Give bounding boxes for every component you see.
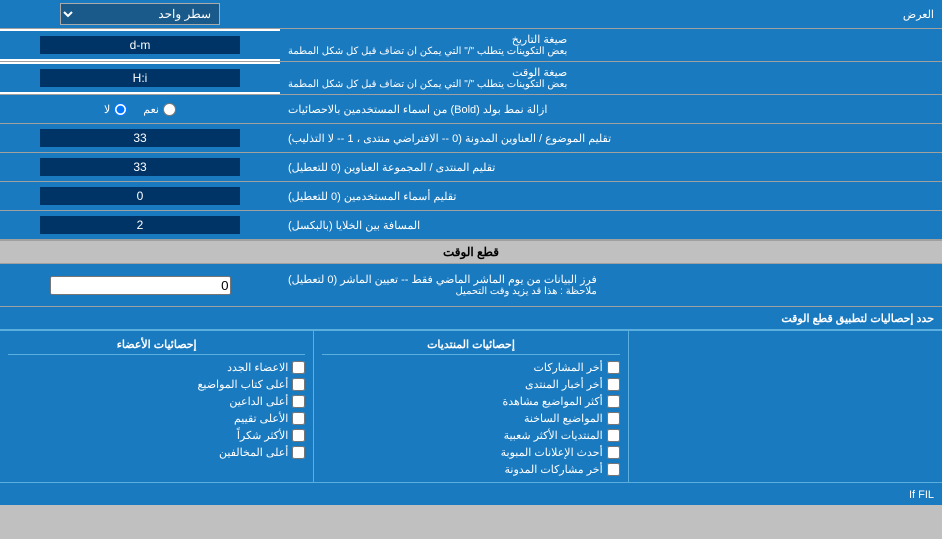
stats-member-check-0[interactable] [292, 361, 305, 374]
stats-forum-item-2: أكثر المواضيع مشاهدة [322, 393, 619, 410]
cutoff-input-area [0, 264, 280, 306]
stats-member-check-3[interactable] [292, 412, 305, 425]
topic-title-trim-input[interactable] [40, 129, 240, 147]
bold-no-label[interactable]: لا [104, 103, 127, 116]
stats-member-item-4: الأكثر شكراً [8, 427, 305, 444]
stats-forum-check-0[interactable] [607, 361, 620, 374]
date-format-input-area [0, 31, 280, 59]
stats-forum-item-0: أخر المشاركات [322, 359, 619, 376]
stats-member-check-4[interactable] [292, 429, 305, 442]
display-label: العرض [280, 4, 942, 25]
bottom-note: If FIL [0, 482, 942, 505]
stats-member-item-2: أعلى الداعين [8, 393, 305, 410]
cutoff-section-header: قطع الوقت [0, 240, 942, 264]
cell-spacing-label: المسافة بين الخلايا (بالبكسل) [280, 211, 942, 239]
stats-forum-item-6: أخر مشاركات المدونة [322, 461, 619, 478]
stats-forum-item-1: أخر أخبار المنتدى [322, 376, 619, 393]
topic-title-trim-input-area [0, 124, 280, 152]
stats-member-check-5[interactable] [292, 446, 305, 459]
time-format-input-area [0, 64, 280, 92]
username-trim-input[interactable] [40, 187, 240, 205]
time-format-input[interactable] [40, 69, 240, 87]
forum-title-trim-input-area [0, 153, 280, 181]
stats-member-col: إحصائيات الأعضاء الاعضاء الجدد أعلى كتاب… [0, 331, 313, 482]
date-format-input[interactable] [40, 36, 240, 54]
stats-forum-item-3: المواضيع الساخنة [322, 410, 619, 427]
stats-empty-col [628, 331, 942, 482]
stats-forum-check-3[interactable] [607, 412, 620, 425]
stats-forum-check-6[interactable] [607, 463, 620, 476]
bold-remove-label: ازالة نمط بولد (Bold) من اسماء المستخدمي… [280, 95, 942, 123]
stats-member-item-0: الاعضاء الجدد [8, 359, 305, 376]
cell-spacing-row: المسافة بين الخلايا (بالبكسل) [0, 211, 942, 240]
time-format-row: صيغة الوقت بعض التكوينات يتطلب "/" التي … [0, 62, 942, 95]
forum-title-trim-label: تقليم المنتدى / المجموعة العناوين (0 للت… [280, 153, 942, 181]
stats-forum-check-1[interactable] [607, 378, 620, 391]
stats-member-item-5: أعلى المخالفين [8, 444, 305, 461]
stats-forum-item-5: أحدث الإعلانات المبوبة [322, 444, 619, 461]
cell-spacing-input-area [0, 211, 280, 239]
stats-member-item-3: الأعلى تقييم [8, 410, 305, 427]
stats-forum-check-4[interactable] [607, 429, 620, 442]
date-format-row: صيغة التاريخ بعض التكوينات يتطلب "/" الت… [0, 29, 942, 62]
stats-forum-col: إحصائيات المنتديات أخر المشاركات أخر أخب… [313, 331, 627, 482]
cutoff-input[interactable] [50, 276, 231, 295]
time-format-label: صيغة الوقت بعض التكوينات يتطلب "/" التي … [280, 62, 942, 94]
username-trim-input-area [0, 182, 280, 210]
cutoff-row: فرز البيانات من يوم الماشر الماضي فقط --… [0, 264, 942, 307]
bold-yes-label[interactable]: نعم [143, 103, 176, 116]
username-trim-label: تقليم أسماء المستخدمين (0 للتعطيل) [280, 182, 942, 210]
stats-member-check-2[interactable] [292, 395, 305, 408]
bold-remove-row: ازالة نمط بولد (Bold) من اسماء المستخدمي… [0, 95, 942, 124]
topic-title-trim-row: تقليم الموضوع / العناوين المدونة (0 -- ا… [0, 124, 942, 153]
stats-member-check-1[interactable] [292, 378, 305, 391]
stats-forum-check-2[interactable] [607, 395, 620, 408]
bold-remove-input-area: نعم لا [0, 95, 280, 123]
forum-title-trim-input[interactable] [40, 158, 240, 176]
topic-title-trim-label: تقليم الموضوع / العناوين المدونة (0 -- ا… [280, 124, 942, 152]
bold-no-radio[interactable] [114, 103, 127, 116]
display-select[interactable]: سطر واحد سطران ثلاثة أسطر [60, 3, 220, 25]
stats-apply-header: حدد إحصاليات لتطبيق قطع الوقت [0, 307, 942, 330]
cutoff-label: فرز البيانات من يوم الماشر الماضي فقط --… [280, 264, 942, 306]
username-trim-row: تقليم أسماء المستخدمين (0 للتعطيل) [0, 182, 942, 211]
stats-grid: إحصائيات المنتديات أخر المشاركات أخر أخب… [0, 330, 942, 482]
cell-spacing-input[interactable] [40, 216, 240, 234]
bold-yes-radio[interactable] [163, 103, 176, 116]
stats-member-item-1: أعلى كتاب المواضيع [8, 376, 305, 393]
stats-forum-check-5[interactable] [607, 446, 620, 459]
forum-title-trim-row: تقليم المنتدى / المجموعة العناوين (0 للت… [0, 153, 942, 182]
stats-forum-item-4: المنتديات الأكثر شعبية [322, 427, 619, 444]
date-format-label: صيغة التاريخ بعض التكوينات يتطلب "/" الت… [280, 29, 942, 61]
display-select-area: سطر واحد سطران ثلاثة أسطر [0, 0, 280, 28]
